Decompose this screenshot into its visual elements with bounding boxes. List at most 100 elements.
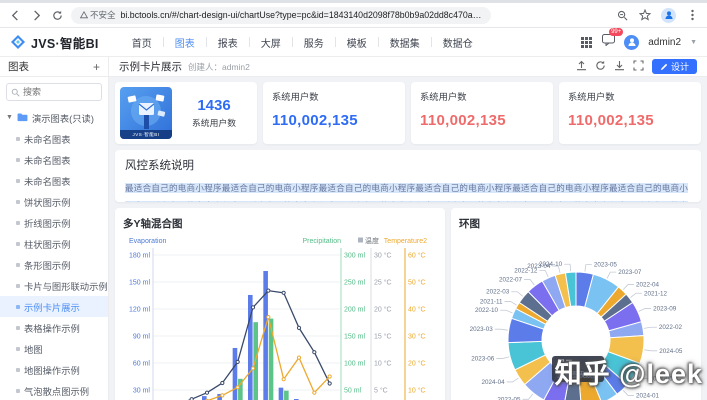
tree-item-5[interactable]: 柱状图示例 bbox=[0, 233, 108, 254]
svg-text:Temperature2: Temperature2 bbox=[384, 238, 427, 245]
download-icon[interactable] bbox=[614, 58, 625, 76]
tree-item-label: 饼状图示例 bbox=[24, 195, 71, 209]
not-secure-warning[interactable]: 不安全 bbox=[80, 9, 116, 21]
nav-item-2[interactable]: 报表 bbox=[207, 35, 249, 50]
tree-item-10[interactable]: 地图 bbox=[0, 338, 108, 359]
stat-card: 系统用户数 110,002,135 bbox=[559, 82, 701, 144]
browser-profile-avatar[interactable] bbox=[661, 8, 676, 23]
nav-item-3[interactable]: 大屏 bbox=[250, 35, 292, 50]
bookmark-star-icon[interactable] bbox=[638, 8, 652, 22]
tree-item-2[interactable]: 未命名图表 bbox=[0, 170, 108, 191]
nav-item-1[interactable]: 图表 bbox=[164, 35, 206, 50]
svg-text:30 ml: 30 ml bbox=[133, 388, 151, 395]
tree-item-1[interactable]: 未命名图表 bbox=[0, 149, 108, 170]
tree-item-11[interactable]: 地图操作示例 bbox=[0, 359, 108, 380]
page-toolbar: 示例卡片展示 创建人：admin2 设计 bbox=[109, 57, 707, 76]
chart-file-icon bbox=[16, 284, 20, 288]
stat-label: 系统用户数 bbox=[272, 89, 396, 103]
chart-file-icon bbox=[16, 347, 20, 351]
stat-value: 110,002,135 bbox=[568, 112, 692, 129]
add-chart-button[interactable]: + bbox=[93, 61, 100, 73]
stat-card: 系统用户数 110,002,135 bbox=[411, 82, 553, 144]
bar-precipitation bbox=[269, 319, 274, 400]
tree-item-label: 气泡散点图示例 bbox=[24, 384, 89, 398]
app-logo[interactable]: JVS·智能BI bbox=[10, 33, 99, 52]
nav-item-5[interactable]: 模板 bbox=[336, 35, 378, 50]
tree-item-label: 示例卡片展示 bbox=[24, 300, 80, 314]
donut-label: 2023-09 bbox=[653, 305, 677, 312]
svg-text:20 °C: 20 °C bbox=[408, 360, 426, 368]
donut-label: 2021-12 bbox=[644, 290, 668, 297]
tree-item-label: 折线图示例 bbox=[24, 216, 71, 230]
reload-icon[interactable] bbox=[50, 8, 64, 22]
tree-item-8[interactable]: 示例卡片展示 bbox=[0, 296, 108, 317]
tree-item-7[interactable]: 卡片与图形联动示例 bbox=[0, 275, 108, 296]
sidebar-search[interactable] bbox=[6, 83, 102, 101]
svg-text:200 ml: 200 ml bbox=[344, 307, 365, 314]
tree-item-0[interactable]: 未命名图表 bbox=[0, 128, 108, 149]
svg-text:60 °C: 60 °C bbox=[408, 252, 426, 260]
chart-tree-sidebar: ▼ 演示图表(只读) 未命名图表未命名图表未命名图表饼状图示例折线图示例柱状图示… bbox=[0, 77, 109, 400]
mixed-chart-svg: 180 ml300 ml30 °C60 °C150 ml250 ml25 °C5… bbox=[123, 235, 428, 400]
nav-item-6[interactable]: 数据集 bbox=[379, 35, 431, 50]
tree-item-label: 柱状图示例 bbox=[24, 237, 71, 251]
user-name[interactable]: admin2 bbox=[648, 37, 681, 48]
upload-icon[interactable] bbox=[576, 58, 587, 76]
tree-item-6[interactable]: 条形图示例 bbox=[0, 254, 108, 275]
tree-item-label: 卡片与图形联动示例 bbox=[24, 279, 108, 293]
nav-item-7[interactable]: 数据仓 bbox=[432, 35, 484, 50]
svg-text:25 °C: 25 °C bbox=[374, 279, 392, 287]
tree-item-4[interactable]: 折线图示例 bbox=[0, 212, 108, 233]
donut-label: 2022-02 bbox=[659, 324, 683, 331]
tree-folder-demo-charts[interactable]: ▼ 演示图表(只读) bbox=[0, 107, 108, 128]
svg-text:40 °C: 40 °C bbox=[408, 306, 426, 314]
zoom-page-icon[interactable] bbox=[615, 8, 629, 22]
tree-item-label: 表格操作示例 bbox=[24, 321, 80, 335]
line-3 bbox=[161, 317, 330, 400]
stat-illustration: JVS·智能BI bbox=[120, 87, 172, 139]
tree-item-9[interactable]: 表格操作示例 bbox=[0, 317, 108, 338]
logo-diamond-icon bbox=[10, 34, 26, 50]
chart-file-icon bbox=[16, 221, 20, 225]
donut-label: 2022-05 bbox=[497, 396, 521, 400]
chart-file-icon bbox=[16, 305, 20, 309]
donut-label: 2024-10 bbox=[539, 261, 563, 268]
svg-text:温度: 温度 bbox=[365, 236, 379, 245]
chevron-down-icon[interactable]: ▼ bbox=[690, 39, 697, 46]
user-avatar[interactable] bbox=[624, 35, 639, 50]
forward-icon[interactable] bbox=[29, 8, 43, 22]
mixed-chart-card: 多Y轴混合图 180 ml300 ml30 °C60 °C150 ml250 m… bbox=[115, 208, 445, 400]
refresh-icon[interactable] bbox=[595, 58, 606, 76]
messages-button[interactable]: 99+ bbox=[602, 33, 615, 51]
design-button[interactable]: 设计 bbox=[652, 59, 697, 74]
svg-text:90 ml: 90 ml bbox=[133, 334, 151, 341]
svg-text:250 ml: 250 ml bbox=[344, 280, 365, 287]
svg-text:10 °C: 10 °C bbox=[374, 360, 392, 368]
browser-menu-icon[interactable] bbox=[685, 8, 699, 22]
mixed-chart-title: 多Y轴混合图 bbox=[123, 216, 437, 231]
nav-item-0[interactable]: 首页 bbox=[121, 35, 163, 50]
tree-item-12[interactable]: 气泡散点图示例 bbox=[0, 380, 108, 400]
donut-label: 2022-04 bbox=[636, 282, 660, 289]
chart-file-icon bbox=[16, 242, 20, 246]
pencil-icon bbox=[660, 63, 668, 71]
donut-label: 2023-03 bbox=[470, 326, 494, 333]
notification-badge: 99+ bbox=[609, 28, 623, 36]
donut-label: 2022-10 bbox=[475, 307, 499, 314]
nav-item-4[interactable]: 服务 bbox=[293, 35, 335, 50]
url-field[interactable]: 不安全 bi.bctools.cn/#/chart-design-ui/char… bbox=[71, 7, 491, 24]
line-2 bbox=[161, 291, 330, 400]
warning-triangle-icon bbox=[80, 11, 88, 19]
apps-grid-icon[interactable] bbox=[579, 35, 593, 49]
search-input[interactable] bbox=[23, 87, 93, 97]
back-icon[interactable] bbox=[8, 8, 22, 22]
svg-text:5 °C: 5 °C bbox=[374, 387, 388, 395]
tree-item-3[interactable]: 饼状图示例 bbox=[0, 191, 108, 212]
svg-text:30 °C: 30 °C bbox=[408, 333, 426, 341]
zhihu-watermark: 知乎 @leek bbox=[555, 352, 703, 391]
svg-text:300 ml: 300 ml bbox=[344, 253, 365, 260]
tree-item-label: 未命名图表 bbox=[24, 132, 71, 146]
fullscreen-icon[interactable] bbox=[633, 58, 644, 76]
donut-label: 2023-07 bbox=[618, 269, 642, 276]
donut-label: 2024-04 bbox=[481, 379, 505, 386]
